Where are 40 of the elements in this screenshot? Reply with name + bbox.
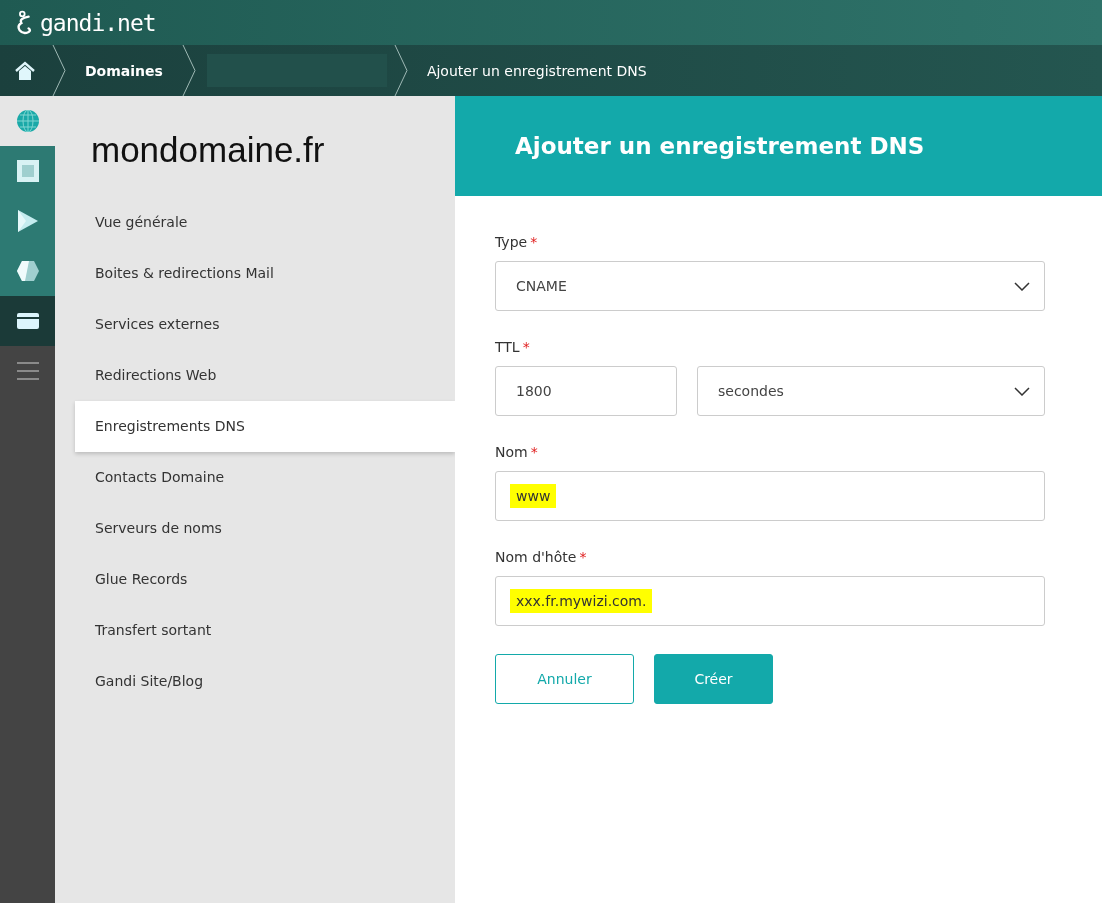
sidebar-item[interactable]: Enregistrements DNS	[75, 401, 455, 452]
required-mark: *	[522, 339, 530, 355]
sidebar-item[interactable]: Serveurs de noms	[75, 503, 455, 554]
field-label: Nom d'hôte	[495, 549, 577, 565]
menu-icon[interactable]	[16, 362, 39, 380]
breadcrumb-link[interactable]: Ajouter un enregistrement DNS	[408, 62, 665, 79]
domain-title: mondomaine.fr	[90, 129, 326, 171]
logo-icon	[16, 9, 34, 36]
sidebar-item[interactable]: Gandi Site/Blog	[75, 656, 455, 707]
home-icon	[15, 60, 35, 81]
card-icon[interactable]	[16, 313, 39, 329]
chevron-icon	[1014, 281, 1030, 291]
chevron-separator-icon	[392, 45, 409, 96]
field-label: Type	[495, 234, 528, 250]
required-mark: *	[530, 234, 538, 250]
input-field[interactable]: 1800	[495, 366, 677, 416]
square-icon[interactable]	[16, 160, 39, 182]
required-mark: *	[579, 549, 587, 565]
sidebar-item[interactable]: Glue Records	[75, 554, 455, 605]
sidebar-item[interactable]: Boites & redirections Mail	[75, 248, 455, 299]
logo-text[interactable]: gandi.net	[40, 9, 156, 36]
cube-icon[interactable]	[16, 261, 39, 281]
chevron-separator-icon	[180, 45, 197, 96]
sidebar-item[interactable]: Services externes	[75, 299, 455, 350]
chevron-icon	[1014, 386, 1030, 396]
sidebar-item[interactable]: Vue générale	[75, 197, 455, 248]
sidebar-item[interactable]: Contacts Domaine	[75, 452, 455, 503]
field-label: TTL	[495, 339, 520, 355]
field-label: Nom	[495, 444, 528, 460]
select-field[interactable]: CNAME	[495, 261, 1045, 311]
input-field[interactable]: xxx.fr.mywizi.com.	[495, 576, 1045, 626]
chevron-separator-icon	[51, 45, 67, 96]
required-mark: *	[530, 444, 538, 460]
select-field[interactable]: secondes	[697, 366, 1045, 416]
breadcrumb-link[interactable]: Domaines	[67, 62, 181, 79]
panel-title: Ajouter un enregistrement DNS	[515, 133, 925, 159]
sidebar-item[interactable]: Redirections Web	[75, 350, 455, 401]
triangle-icon[interactable]	[17, 210, 38, 232]
sidebar-item[interactable]: Transfert sortant	[75, 605, 455, 656]
input-field[interactable]: www	[495, 471, 1045, 521]
